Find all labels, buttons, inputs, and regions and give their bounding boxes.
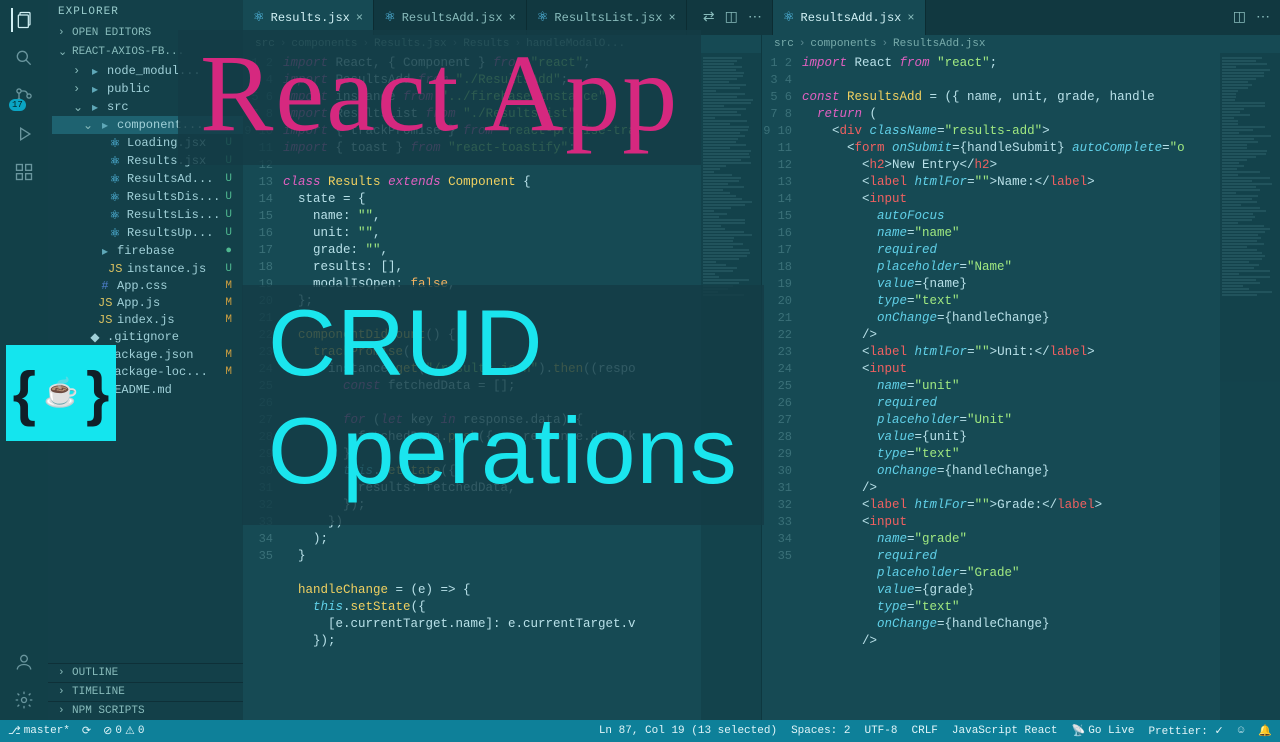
compare-icon[interactable]: ⇄ xyxy=(703,9,715,26)
close-icon[interactable]: × xyxy=(356,11,363,25)
status-spaces[interactable]: Spaces: 2 xyxy=(791,725,850,737)
tree-item-firebase[interactable]: ▸firebase● xyxy=(52,242,243,260)
more-icon[interactable]: ⋯ xyxy=(1256,9,1270,26)
status-sync[interactable]: ⟳ xyxy=(82,724,91,738)
close-icon[interactable]: × xyxy=(907,11,914,25)
settings-icon[interactable] xyxy=(12,688,36,712)
extensions-icon[interactable] xyxy=(12,160,36,184)
split-icon[interactable]: ◫ xyxy=(1233,9,1246,26)
close-icon[interactable]: × xyxy=(509,11,516,25)
tree-item-resultslis-[interactable]: ⚛ResultsLis...U xyxy=(52,206,243,224)
status-feedback-icon[interactable]: ☺ xyxy=(1238,725,1245,737)
tree-item-app-css[interactable]: #App.cssM xyxy=(52,277,243,294)
status-lang[interactable]: JavaScript React xyxy=(952,725,1058,737)
status-bar: ⎇ master* ⟳ ⊘ 0 ⚠ 0 Ln 87, Col 19 (13 se… xyxy=(0,720,1280,742)
status-golive[interactable]: 📡 Go Live xyxy=(1072,724,1135,738)
status-prettier[interactable]: Prettier: ✓ xyxy=(1148,724,1223,738)
overlay-title: React App xyxy=(178,30,701,165)
scm-icon[interactable]: 17 xyxy=(12,84,36,108)
overlay-crud: CRUD Operations xyxy=(242,285,764,525)
tree-item-instance-js[interactable]: JSinstance.jsU xyxy=(52,260,243,277)
explorer-icon[interactable] xyxy=(11,8,35,32)
breadcrumb-right[interactable]: src›components›ResultsAdd.jsx xyxy=(762,35,1280,53)
section-timeline[interactable]: ›TIMELINE xyxy=(48,682,243,701)
search-icon[interactable] xyxy=(12,46,36,70)
editor-right: src›components›ResultsAdd.jsx 1 2 3 4 5 … xyxy=(761,35,1280,720)
more-icon[interactable]: ⋯ xyxy=(748,9,762,26)
account-icon[interactable] xyxy=(12,650,36,674)
tree-item-resultsad-[interactable]: ⚛ResultsAd...U xyxy=(52,170,243,188)
overlay-crud-l2: Operations xyxy=(268,397,738,505)
scm-badge: 17 xyxy=(9,99,26,111)
overlay-crud-l1: CRUD xyxy=(268,289,738,397)
status-branch[interactable]: ⎇ master* xyxy=(8,724,70,738)
debug-icon[interactable] xyxy=(12,122,36,146)
tab-resultsadd-jsx[interactable]: ⚛ResultsAdd.jsx× xyxy=(773,0,926,35)
status-encoding[interactable]: UTF-8 xyxy=(864,725,897,737)
status-eol[interactable]: CRLF xyxy=(912,725,938,737)
status-bell-icon[interactable]: 🔔 xyxy=(1258,724,1272,738)
tree-item-resultsup-[interactable]: ⚛ResultsUp...U xyxy=(52,224,243,242)
tree-item-app-js[interactable]: JSApp.jsM xyxy=(52,294,243,311)
close-icon[interactable]: × xyxy=(668,11,675,25)
status-lncol[interactable]: Ln 87, Col 19 (13 selected) xyxy=(599,725,777,737)
explorer-header: EXPLORER xyxy=(48,0,243,24)
tree-item-index-js[interactable]: JSindex.jsM xyxy=(52,311,243,328)
section-npm[interactable]: ›NPM SCRIPTS xyxy=(48,701,243,720)
code-right[interactable]: import React from "react"; const Results… xyxy=(802,53,1220,720)
tree-item-resultsdis-[interactable]: ⚛ResultsDis...U xyxy=(52,188,243,206)
section-outline[interactable]: ›OUTLINE xyxy=(48,663,243,682)
tab-actions-left: ⇄ ◫ ⋯ xyxy=(693,0,772,35)
channel-logo: { } ☕ xyxy=(6,345,116,441)
gutter-right: 1 2 3 4 5 6 7 8 9 10 11 12 13 14 15 16 1… xyxy=(762,53,802,720)
status-problems[interactable]: ⊘ 0 ⚠ 0 xyxy=(103,724,144,738)
split-icon[interactable]: ◫ xyxy=(725,9,738,26)
tab-actions-right: ◫ ⋯ xyxy=(1223,0,1280,35)
overlay-title-text: React App xyxy=(200,30,679,157)
tab-group-right: ⚛ResultsAdd.jsx× xyxy=(773,0,1223,35)
minimap-right[interactable] xyxy=(1220,53,1280,720)
tree-item--gitignore[interactable]: ◆.gitignore xyxy=(52,328,243,346)
